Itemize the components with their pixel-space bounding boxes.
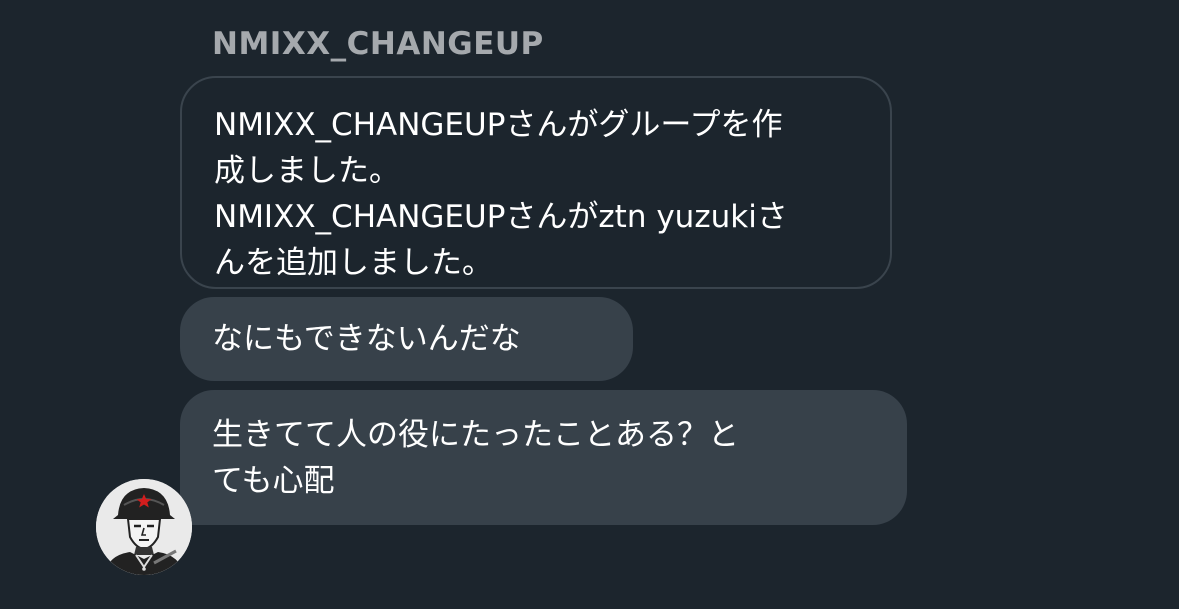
- system-notice-line: んを追加しました。: [214, 245, 493, 281]
- system-notice-line: NMIXX_CHANGEUPさんがztn yuzukiさ: [214, 199, 788, 235]
- system-notice-line: 成しました。: [214, 153, 400, 189]
- message-text: 生きてて人の役にたったことある？と: [212, 417, 739, 453]
- soldier-avatar-icon: [96, 479, 192, 575]
- system-notice-line: NMIXX_CHANGEUPさんがグループを作: [214, 107, 783, 143]
- group-system-notice: NMIXX_CHANGEUPさんがグループを作 成しました。 NMIXX_CHA…: [180, 76, 892, 289]
- message-bubble[interactable]: なにもできないんだな: [180, 297, 633, 381]
- sender-name: NMIXX_CHANGEUP: [212, 26, 544, 62]
- sender-avatar[interactable]: [96, 479, 192, 575]
- message-text: ても心配: [212, 463, 335, 499]
- message-bubble[interactable]: 生きてて人の役にたったことある？と ても心配: [180, 390, 907, 525]
- message-text: なにもできないんだな: [212, 321, 521, 357]
